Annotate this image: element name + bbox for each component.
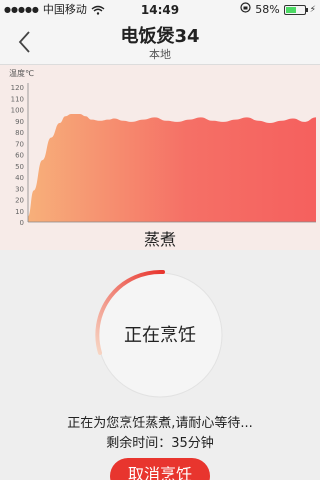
app-screen: ●●●●● 中国移动 14:49 58% ⚡ 电饭煲34 本地 温度℃ 0 10… bbox=[0, 0, 320, 480]
cooking-status-label: 正在烹饪 bbox=[124, 325, 196, 346]
status-bar: ●●●●● 中国移动 14:49 58% ⚡ bbox=[0, 0, 320, 20]
y-tick-label: 40 bbox=[15, 174, 24, 182]
y-tick-label: 120 bbox=[11, 84, 24, 92]
y-tick-label: 20 bbox=[15, 197, 24, 205]
page-title: 电饭煲34 bbox=[120, 26, 200, 47]
y-tick-label: 10 bbox=[15, 208, 24, 216]
y-tick-label: 50 bbox=[15, 163, 24, 171]
y-axis-label: 温度℃ bbox=[9, 68, 34, 78]
cooking-mode-label: 蒸煮 bbox=[143, 230, 176, 249]
battery-fill bbox=[285, 7, 296, 13]
rotation-lock-icon bbox=[240, 0, 251, 20]
y-tick-label: 60 bbox=[15, 152, 24, 160]
y-tick-label: 90 bbox=[15, 118, 24, 126]
temperature-chart: 温度℃ 0 10 20 30 40 50 60 70 80 90 100 110 120 bbox=[0, 65, 320, 250]
cooking-message: 正在为您烹饪蒸煮,请耐心等待... bbox=[67, 416, 253, 431]
y-tick-label: 70 bbox=[15, 140, 24, 148]
status-right: 58% ⚡ bbox=[240, 0, 316, 20]
y-tick-label: 110 bbox=[11, 95, 24, 103]
nav-bar: 电饭煲34 本地 bbox=[0, 20, 320, 65]
y-tick-label: 100 bbox=[11, 107, 24, 115]
remaining-time: 剩余时间：35分钟 bbox=[106, 436, 214, 451]
y-tick-label: 30 bbox=[15, 185, 24, 193]
charging-icon: ⚡ bbox=[309, 5, 316, 15]
battery-percent: 58% bbox=[255, 3, 280, 16]
page-subtitle: 本地 bbox=[149, 48, 171, 61]
y-tick-label: 80 bbox=[15, 129, 24, 137]
cancel-cooking-button[interactable]: 取消烹饪 bbox=[110, 458, 210, 480]
temperature-area bbox=[28, 114, 316, 222]
cooking-progress-ring: 正在烹饪 bbox=[90, 265, 230, 405]
battery-icon bbox=[283, 5, 308, 15]
chart-svg: 温度℃ 0102030405060708090100110120 bbox=[9, 68, 316, 227]
